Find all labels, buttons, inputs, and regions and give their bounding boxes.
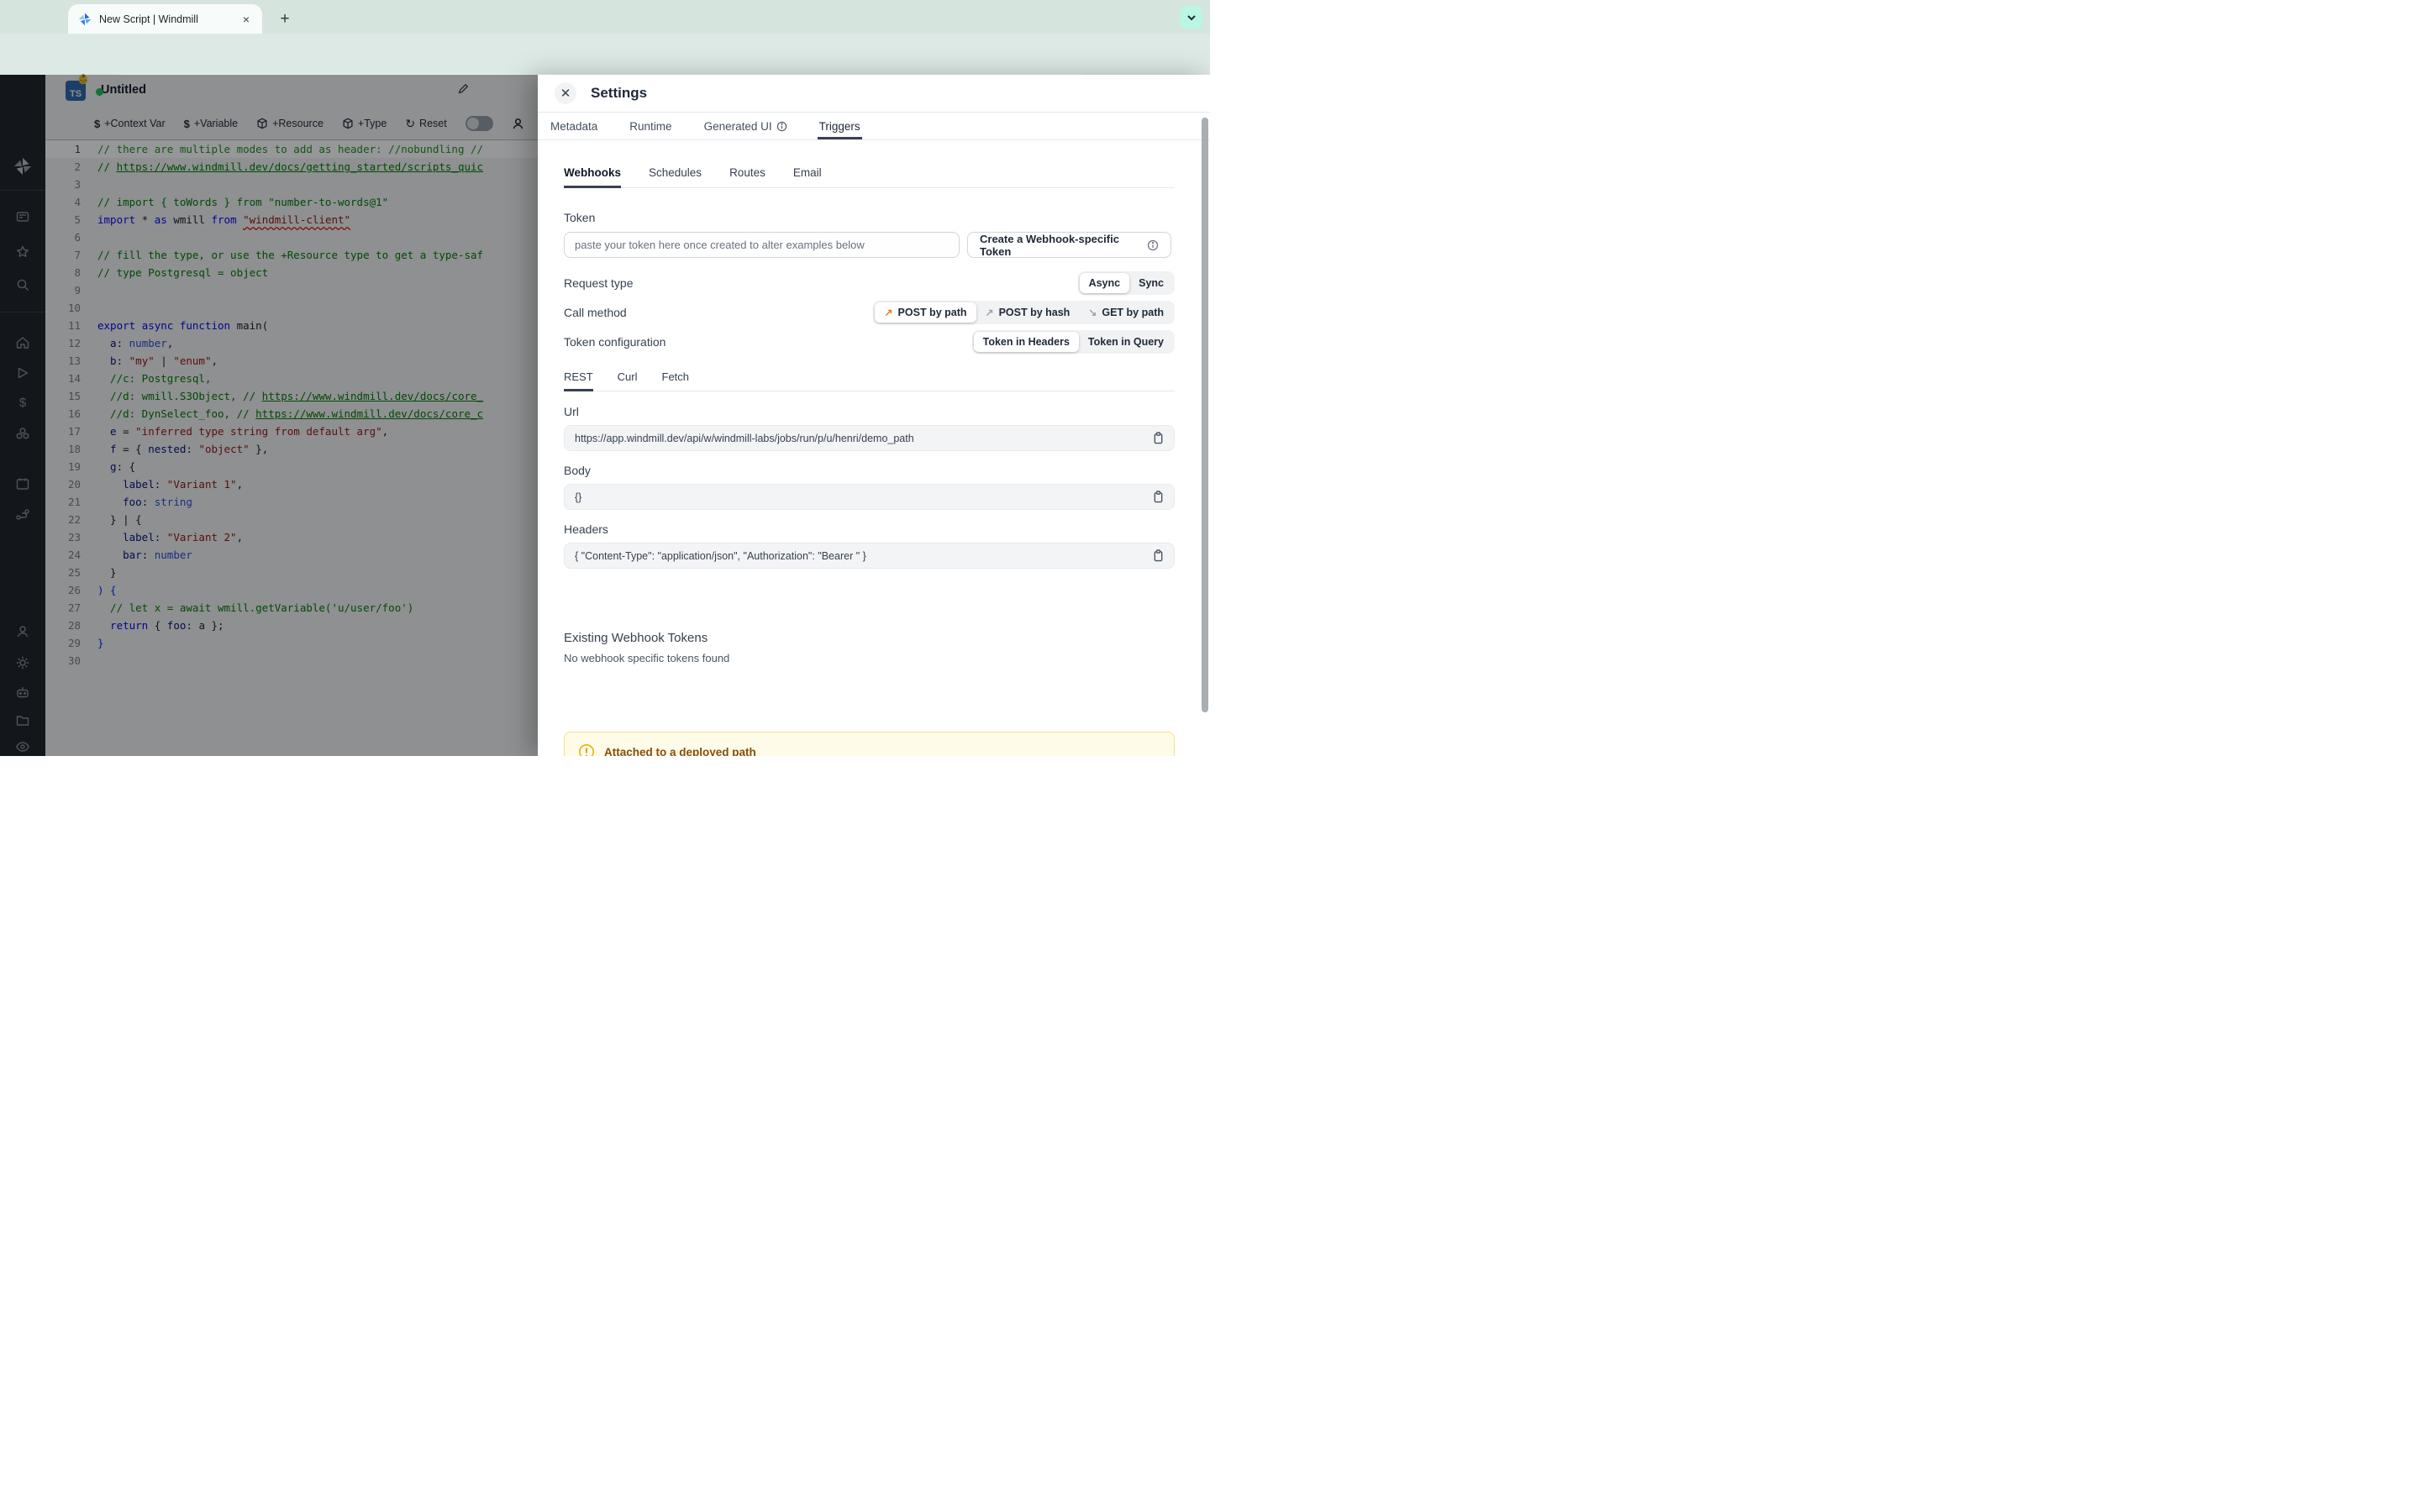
browser-tabstrip: New Script | Windmill × + <box>0 0 1210 34</box>
close-drawer-icon[interactable]: ✕ <box>555 82 576 104</box>
subtab-schedules[interactable]: Schedules <box>649 166 702 187</box>
current-line-highlight <box>45 140 538 158</box>
tab-close-icon[interactable]: × <box>239 12 254 27</box>
copy-clipboard-icon[interactable] <box>1153 432 1164 444</box>
headers-field[interactable]: { "Content-Type": "application/json", "A… <box>564 543 1175 569</box>
url-value: https://app.windmill.dev/api/w/windmill-… <box>575 432 914 444</box>
request-type-label: Request type <box>564 276 634 290</box>
arrow-icon: ↘ <box>1088 307 1097 318</box>
windmill-favicon <box>78 13 92 26</box>
token-configuration-label: Token configuration <box>564 335 666 349</box>
body-label: Body <box>564 464 591 477</box>
option-sync[interactable]: Sync <box>1129 273 1173 293</box>
option-async[interactable]: Async <box>1079 273 1130 293</box>
deployed-path-warning: Attached to a deployed path The webhooks… <box>564 732 1175 756</box>
existing-tokens-empty: No webhook specific tokens found <box>564 652 730 664</box>
create-webhook-token-button[interactable]: Create a Webhook-specific Token <box>967 232 1171 258</box>
existing-tokens-title: Existing Webhook Tokens <box>564 631 708 645</box>
drawer-header: ✕ Settings <box>538 75 1210 113</box>
snippet-tab-curl[interactable]: Curl <box>618 370 638 391</box>
snippet-tab-rest[interactable]: REST <box>564 370 593 391</box>
body-field[interactable]: {} <box>564 484 1175 510</box>
tab-title: New Script | Windmill <box>99 13 198 25</box>
tab-triggers[interactable]: Triggers <box>817 113 862 139</box>
arrow-icon: ↗ <box>985 307 994 318</box>
option-token-in-query[interactable]: Token in Query <box>1079 332 1173 352</box>
url-field[interactable]: https://app.windmill.dev/api/w/windmill-… <box>564 425 1175 451</box>
option-post-by-hash[interactable]: ↗ POST by hash <box>976 302 1080 323</box>
info-icon <box>776 121 787 132</box>
drawer-backdrop[interactable] <box>0 75 538 756</box>
browser-navbar: ← → ↻ app.windmill.dev/scripts/add#JTdCJ… <box>0 34 1210 102</box>
tab-runtime[interactable]: Runtime <box>628 113 673 139</box>
browser-tab[interactable]: New Script | Windmill × <box>68 4 262 34</box>
new-tab-button[interactable]: + <box>274 8 296 30</box>
option-post-by-path[interactable]: ↗ POST by path <box>875 302 976 323</box>
subtab-webhooks[interactable]: Webhooks <box>564 166 622 188</box>
app-body: $→ TS 👶 Untitled $+Context Var$+Variable… <box>0 75 1210 756</box>
drawer-content: Webhooks Schedules Routes Email Token Creat… <box>538 166 1210 756</box>
arrow-icon: ↗ <box>884 307 893 318</box>
warning-icon <box>578 743 595 756</box>
token-input[interactable] <box>564 232 960 258</box>
call-method-label: Call method <box>564 306 627 319</box>
warning-title: Attached to a deployed path <box>604 745 756 757</box>
token-label: Token <box>564 211 596 224</box>
subtab-routes[interactable]: Routes <box>729 166 765 187</box>
drawer-title: Settings <box>591 85 648 101</box>
headers-value: { "Content-Type": "application/json", "A… <box>575 549 866 562</box>
tab-search-chevron-icon[interactable] <box>1180 6 1202 29</box>
drawer-scrollbar[interactable] <box>1202 118 1208 712</box>
option-get-by-path[interactable]: ↘ GET by path <box>1079 302 1173 323</box>
option-token-in-headers[interactable]: Token in Headers <box>973 332 1079 352</box>
headers-label: Headers <box>564 522 608 536</box>
copy-clipboard-icon[interactable] <box>1153 491 1164 503</box>
snippet-tab-fetch[interactable]: Fetch <box>662 370 690 391</box>
tab-metadata[interactable]: Metadata <box>549 113 599 139</box>
copy-clipboard-icon[interactable] <box>1153 549 1164 562</box>
info-icon <box>1147 239 1159 251</box>
screen: New Script | Windmill × + ← → ↻ app.wind… <box>0 0 1210 756</box>
settings-drawer: ✕ Settings Metadata Runtime Generated UI Tr… <box>538 75 1210 756</box>
subtab-email[interactable]: Email <box>793 166 822 187</box>
url-label: Url <box>564 405 579 418</box>
body-value: {} <box>575 491 582 503</box>
tab-generated-ui[interactable]: Generated UI <box>702 113 789 139</box>
